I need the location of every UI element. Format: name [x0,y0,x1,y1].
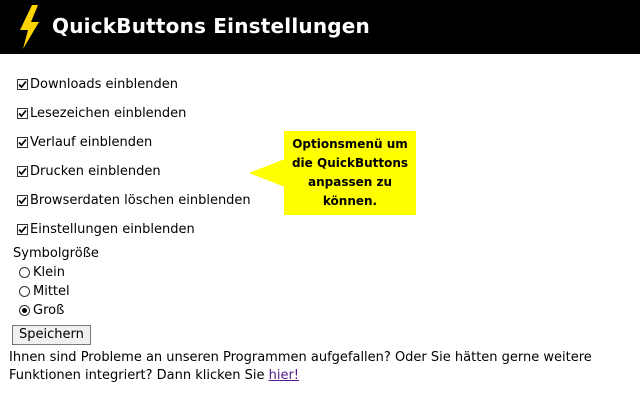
radio-button-selected[interactable] [19,304,30,316]
radio-dot [22,307,27,313]
radio-label: Groß [33,302,65,318]
tooltip-text: Optionsmenü um die QuickButtons anpassen… [284,131,416,215]
lightning-bolt-icon [20,5,39,49]
checkbox[interactable] [17,165,28,177]
save-button[interactable]: Speichern [12,325,91,345]
radio-button[interactable] [19,285,30,297]
page-title: QuickButtons Einstellungen [52,14,370,38]
footer-text: Ihnen sind Probleme an unseren Programme… [9,349,634,385]
option-label: Browserdaten löschen einblenden [30,192,251,208]
option-downloads[interactable]: Downloads einblenden [17,74,178,94]
radio-option-medium[interactable]: Mittel [19,282,70,300]
option-clear-browsing-data[interactable]: Browserdaten löschen einblenden [17,190,251,210]
radio-label: Klein [33,264,65,280]
option-bookmarks[interactable]: Lesezeichen einblenden [17,103,186,123]
checkbox[interactable] [17,107,28,119]
option-label: Downloads einblenden [30,76,178,92]
tooltip-callout: Optionsmenü um die QuickButtons anpassen… [249,131,416,215]
radio-label: Mittel [33,283,70,299]
header-bar: QuickButtons Einstellungen [0,0,640,54]
option-label: Drucken einblenden [30,163,161,179]
option-print[interactable]: Drucken einblenden [17,161,161,181]
checkbox[interactable] [17,194,28,206]
option-label: Verlauf einblenden [30,134,153,150]
option-settings[interactable]: Einstellungen einblenden [17,219,195,239]
radio-option-small[interactable]: Klein [19,263,65,281]
option-label: Lesezeichen einblenden [30,105,187,121]
option-history[interactable]: Verlauf einblenden [17,132,152,152]
option-label: Einstellungen einblenden [30,221,195,237]
radio-button[interactable] [19,266,30,278]
radio-option-large[interactable]: Groß [19,301,64,319]
checkbox[interactable] [17,223,28,235]
footer-message: Ihnen sind Probleme an unseren Programme… [9,350,592,383]
callout-arrow [249,159,285,187]
footer-link[interactable]: hier! [269,368,299,383]
symbol-size-label: Symbolgröße [13,246,99,261]
checkbox[interactable] [17,78,28,90]
checkbox[interactable] [17,136,28,148]
